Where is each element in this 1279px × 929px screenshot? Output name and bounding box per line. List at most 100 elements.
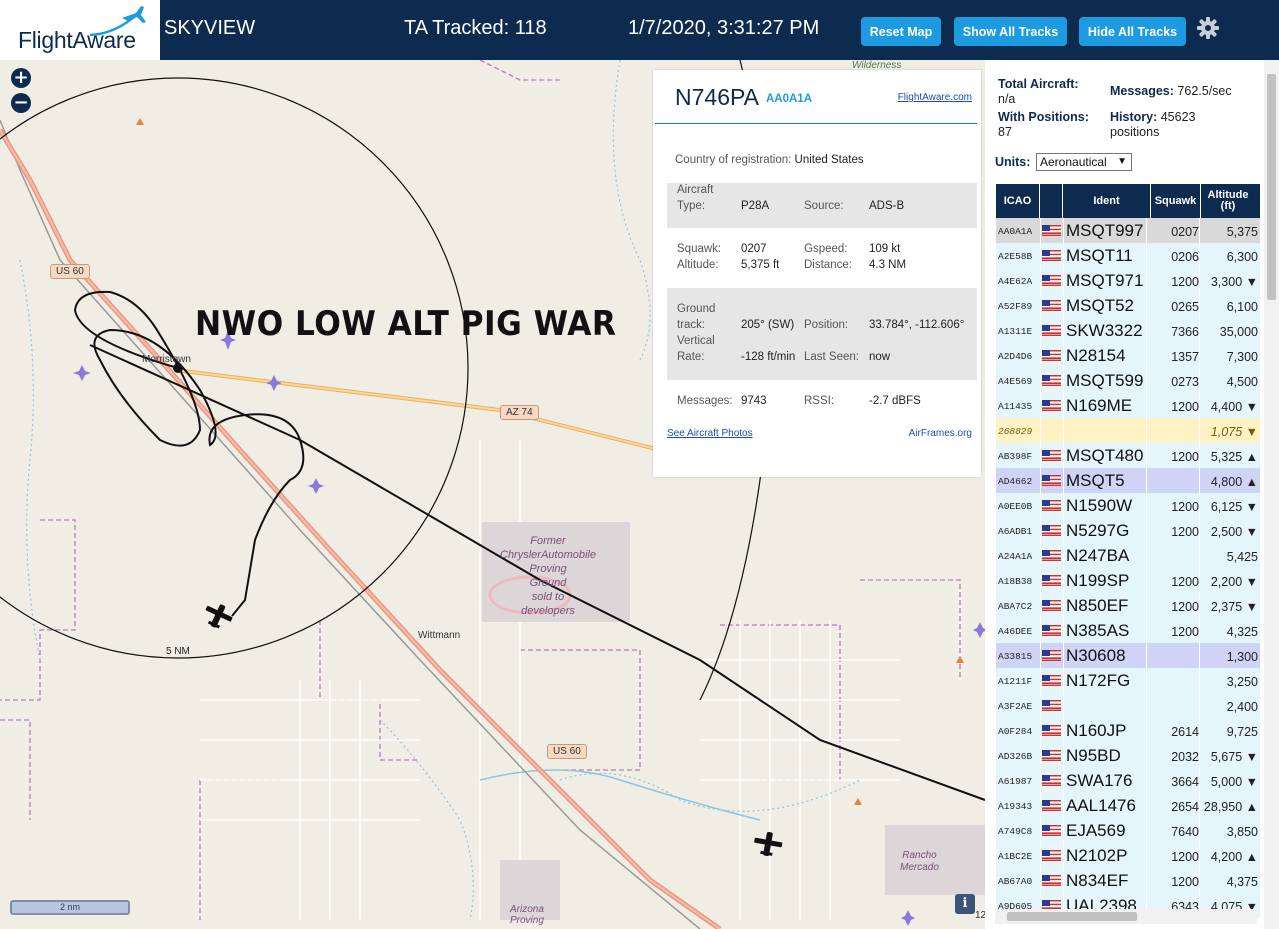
table-row[interactable]: A1BC2E N2102P 1200 4,200 ▲ — [996, 843, 1260, 868]
source-value: ADS-B — [869, 200, 905, 212]
cell-separator — [1199, 643, 1200, 668]
squawk-cell: 7640 — [1171, 825, 1199, 839]
units-value: Aeronautical — [1040, 155, 1107, 169]
altitude-cell: 2,500 ▼ — [1210, 525, 1258, 539]
selected-aircraft-icon[interactable] — [200, 599, 236, 633]
col-ident[interactable]: Ident — [1063, 184, 1151, 218]
col-icao[interactable]: ICAO — [996, 184, 1040, 218]
table-row[interactable]: A61987 SWA176 3664 5,000 ▼ — [996, 768, 1260, 793]
history-stat: History: 45623 positions — [1110, 110, 1196, 139]
table-row[interactable]: A1211F N172FG 3,250 — [996, 668, 1260, 693]
top-bar: FlightAware SKYVIEW TA Tracked: 118 1/7/… — [0, 0, 1279, 60]
squawk-cell: 0206 — [1171, 250, 1199, 264]
us-flag-icon — [1042, 575, 1061, 586]
cell-separator — [1040, 393, 1041, 418]
table-row[interactable]: AB398F MSQT480 1200 5,325 ▲ — [996, 443, 1260, 468]
altitude-cell: 5,000 ▼ — [1210, 775, 1258, 789]
table-row[interactable]: A0F284 N160JP 2614 9,725 — [996, 718, 1260, 743]
ident-cell: N172FG — [1066, 671, 1131, 690]
altitude-cell: 2,375 ▼ — [1210, 600, 1258, 614]
scroll-thumb[interactable] — [1007, 912, 1137, 921]
ta-tracked: TA Tracked: 118 — [404, 17, 547, 39]
total-aircraft-stat: Total Aircraft: n/a — [998, 77, 1079, 106]
flightaware-link[interactable]: FlightAware.com — [898, 92, 972, 103]
icao-cell: A61987 — [998, 776, 1033, 787]
airframes-link[interactable]: AirFrames.org — [909, 428, 972, 439]
cell-separator — [1040, 218, 1041, 243]
cell-separator — [1040, 818, 1041, 843]
table-row[interactable]: A0EE0B N1590W 1200 6,125 ▼ — [996, 493, 1260, 518]
aircraft-registration: N746PA — [675, 84, 759, 110]
gear-icon[interactable] — [1194, 14, 1222, 42]
horizontal-scrollbar[interactable] — [995, 909, 1257, 924]
table-row[interactable]: A19343 AAL1476 2654 28,950 ▲ — [996, 793, 1260, 818]
table-row[interactable]: A11435 N169ME 1200 4,400 ▼ — [996, 393, 1260, 418]
ident-cell: EJA569 — [1066, 821, 1126, 840]
squawk-cell: 1357 — [1171, 350, 1199, 364]
cell-separator — [1146, 368, 1147, 393]
squawk-cell: 1200 — [1171, 600, 1199, 614]
table-row[interactable]: A4E62A MSQT971 1200 3,300 ▼ — [996, 268, 1260, 293]
table-row[interactable]: 268829 1,075 ▼ — [996, 418, 1260, 443]
units-select[interactable]: Aeronautical ▼ — [1036, 153, 1132, 171]
altitude-cell: 3,850 — [1226, 825, 1258, 839]
cell-separator — [1063, 693, 1064, 718]
altitude-cell: 6,125 ▼ — [1210, 500, 1258, 514]
ident-cell: MSQT5 — [1066, 471, 1125, 490]
table-row[interactable]: A2E58B MSQT11 0206 6,300 — [996, 243, 1260, 268]
messages-label: Messages: — [677, 395, 733, 407]
show-all-tracks-button[interactable]: Show All Tracks — [954, 17, 1067, 46]
altitude-cell: 1,300 — [1226, 650, 1258, 664]
us-flag-icon — [1042, 750, 1061, 761]
table-row[interactable]: ABA7C2 N850EF 1200 2,375 ▼ — [996, 593, 1260, 618]
hide-all-tracks-button[interactable]: Hide All Tracks — [1079, 17, 1186, 46]
az74-shield: AZ 74 — [500, 405, 539, 420]
reset-map-button[interactable]: Reset Map — [861, 17, 941, 46]
cell-separator — [1146, 643, 1147, 668]
icao-cell: A24A1A — [998, 551, 1033, 562]
col-squawk[interactable]: Squawk — [1151, 184, 1201, 218]
table-row[interactable]: A3F2AE 2,400 — [996, 693, 1260, 718]
table-row[interactable]: A1311E SKW3322 7366 35,000 — [996, 318, 1260, 343]
table-row[interactable]: AB67A0 N834EF 1200 4,375 — [996, 868, 1260, 893]
country-row: Country of registration: United States — [675, 154, 864, 166]
scroll-thumb[interactable] — [1267, 74, 1276, 300]
us-flag-icon — [1042, 500, 1061, 511]
table-row[interactable]: A33815 N30608 1,300 — [996, 643, 1260, 668]
icao-cell: ABA7C2 — [998, 601, 1033, 612]
cell-separator — [1063, 568, 1064, 593]
table-row[interactable]: A24A1A N247BA 5,425 — [996, 543, 1260, 568]
vertical-scrollbar[interactable] — [1264, 60, 1279, 929]
cell-separator — [1146, 768, 1147, 793]
info-button[interactable]: i — [955, 894, 975, 914]
table-row[interactable]: A46DEE N385AS 1200 4,325 — [996, 618, 1260, 643]
cell-separator — [1199, 218, 1200, 243]
table-row[interactable]: A18B38 N199SP 1200 2,200 ▼ — [996, 568, 1260, 593]
table-row[interactable]: A4E569 MSQT599 0273 4,500 — [996, 368, 1260, 393]
zoom-out-button[interactable]: − — [11, 93, 31, 113]
ident-cell: N95BD — [1066, 746, 1121, 765]
table-row[interactable]: AD4662 MSQT5 4,800 ▲ — [996, 468, 1260, 493]
icao-cell: A0F284 — [998, 726, 1033, 737]
table-row[interactable]: A6ADB1 N5297G 1200 2,500 ▼ — [996, 518, 1260, 543]
us-flag-icon — [1042, 300, 1061, 311]
zoom-in-button[interactable]: + — [11, 68, 31, 88]
table-row[interactable]: A2D4D6 N28154 1357 7,300 — [996, 343, 1260, 368]
aircraft-photos-link[interactable]: See Aircraft Photos — [667, 428, 753, 439]
col-altitude[interactable]: Altitude (ft) — [1201, 184, 1255, 218]
icao-cell: A2E58B — [998, 251, 1033, 262]
cell-separator — [1063, 868, 1064, 893]
cell-separator — [1063, 318, 1064, 343]
cell-separator — [1199, 493, 1200, 518]
cell-separator — [1040, 318, 1041, 343]
table-row[interactable]: A749C8 EJA569 7640 3,850 — [996, 818, 1260, 843]
cell-separator — [1063, 518, 1064, 543]
table-row[interactable]: AD326B N95BD 2032 5,675 ▼ — [996, 743, 1260, 768]
aircraft-icon[interactable] — [752, 830, 784, 858]
cell-separator — [1063, 818, 1064, 843]
place-wittmann: Wittmann — [418, 630, 461, 641]
flightaware-logo[interactable]: FlightAware — [0, 0, 160, 60]
table-row[interactable]: AA0A1A MSQT997 0207 5,375 — [996, 218, 1260, 243]
table-row[interactable]: A52F89 MSQT52 0265 6,100 — [996, 293, 1260, 318]
cell-separator — [1199, 618, 1200, 643]
